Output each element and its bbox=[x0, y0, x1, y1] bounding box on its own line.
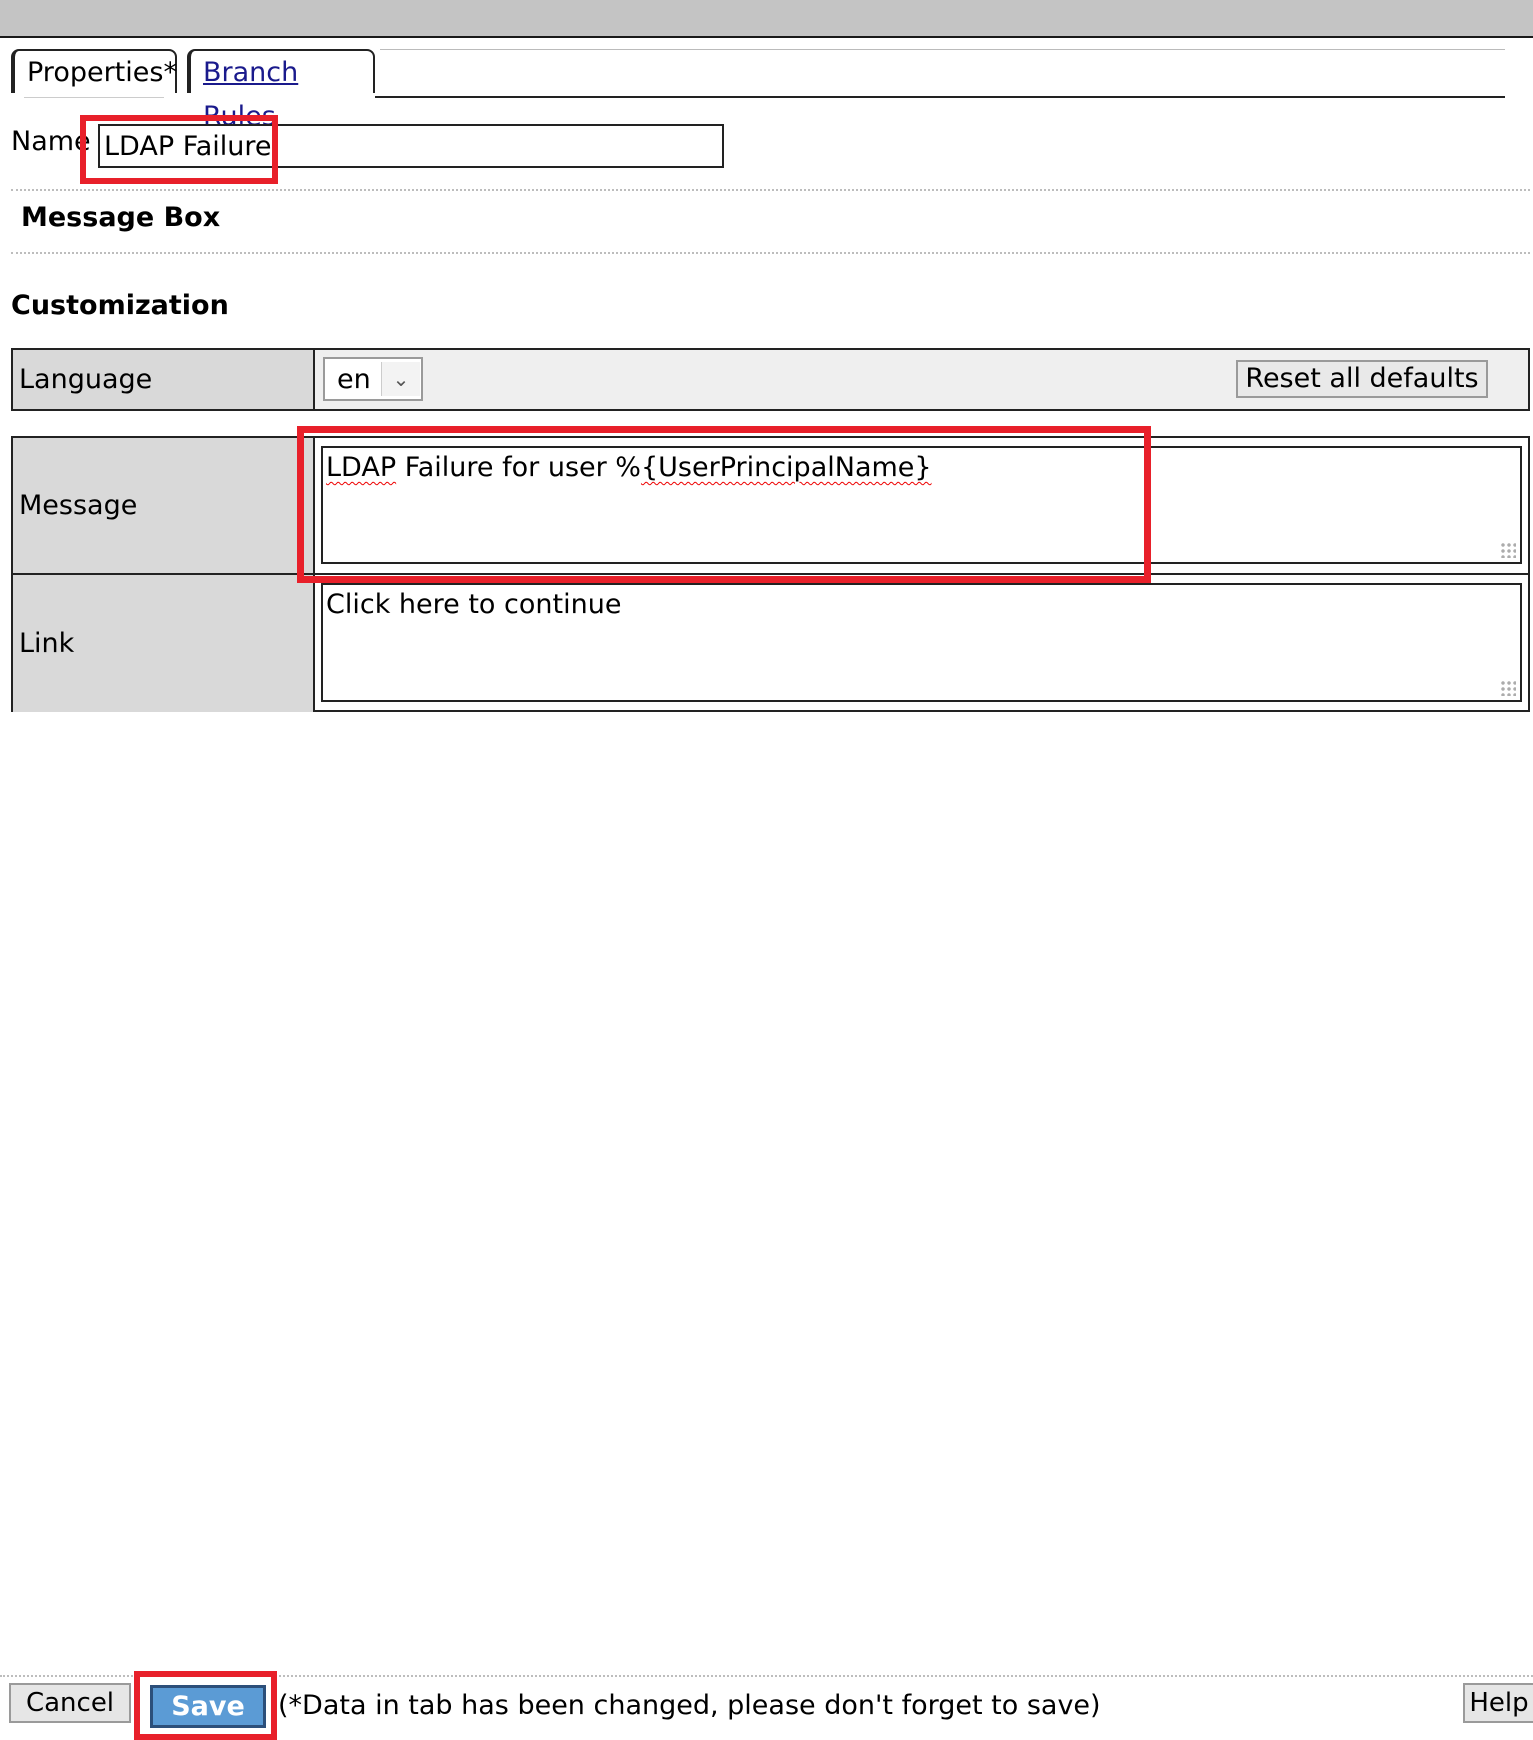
resize-grip-icon[interactable] bbox=[1500, 542, 1516, 558]
message-text-middle: Failure for user % bbox=[396, 452, 641, 483]
help-button[interactable]: Help bbox=[1463, 1683, 1533, 1723]
reset-defaults-button[interactable]: Reset all defaults bbox=[1236, 360, 1488, 398]
message-row: Message LDAP Failure for user %{UserPrin… bbox=[13, 438, 1528, 575]
resize-grip-icon[interactable] bbox=[1500, 680, 1516, 696]
tab-strip-top-line bbox=[380, 49, 1505, 50]
tab-properties-label: Properties* bbox=[27, 57, 177, 88]
unsaved-changes-note: (*Data in tab has been changed, please d… bbox=[278, 1690, 1101, 1721]
link-row: Link Click here to continue bbox=[13, 575, 1528, 712]
divider bbox=[11, 252, 1530, 254]
tab-strip-baseline bbox=[375, 96, 1505, 98]
tab-active-indicator bbox=[24, 97, 164, 98]
message-text-token: {UserPrincipalName} bbox=[640, 452, 932, 483]
link-label: Link bbox=[13, 575, 315, 712]
title-bar bbox=[0, 0, 1533, 38]
link-text: Click here to continue bbox=[326, 589, 622, 620]
footer-divider bbox=[0, 1675, 1533, 1677]
message-label: Message bbox=[13, 438, 315, 573]
message-text-prefix: LDAP bbox=[326, 452, 397, 483]
chevron-down-icon[interactable]: ⌄ bbox=[381, 362, 420, 396]
tab-branch-rules[interactable]: Branch Rules bbox=[187, 49, 375, 132]
language-label: Language bbox=[13, 350, 315, 409]
save-button[interactable]: Save bbox=[150, 1685, 266, 1728]
cancel-button[interactable]: Cancel bbox=[9, 1683, 131, 1723]
tab-branch-rules-label[interactable]: Branch Rules bbox=[203, 57, 298, 132]
language-row: Language en ⌄ Reset all defaults bbox=[11, 348, 1530, 411]
name-label: Name bbox=[11, 126, 91, 157]
language-select-value: en bbox=[337, 364, 371, 395]
language-select[interactable]: en ⌄ bbox=[323, 357, 423, 401]
tab-properties[interactable]: Properties* bbox=[11, 49, 177, 93]
name-input[interactable] bbox=[98, 124, 724, 168]
divider bbox=[11, 189, 1530, 191]
message-textarea[interactable]: LDAP Failure for user %{UserPrincipalNam… bbox=[321, 446, 1522, 564]
link-textarea[interactable]: Click here to continue bbox=[321, 583, 1522, 702]
customization-table: Message LDAP Failure for user %{UserPrin… bbox=[11, 436, 1530, 712]
customization-title: Customization bbox=[11, 290, 229, 321]
message-box-title: Message Box bbox=[21, 202, 221, 233]
